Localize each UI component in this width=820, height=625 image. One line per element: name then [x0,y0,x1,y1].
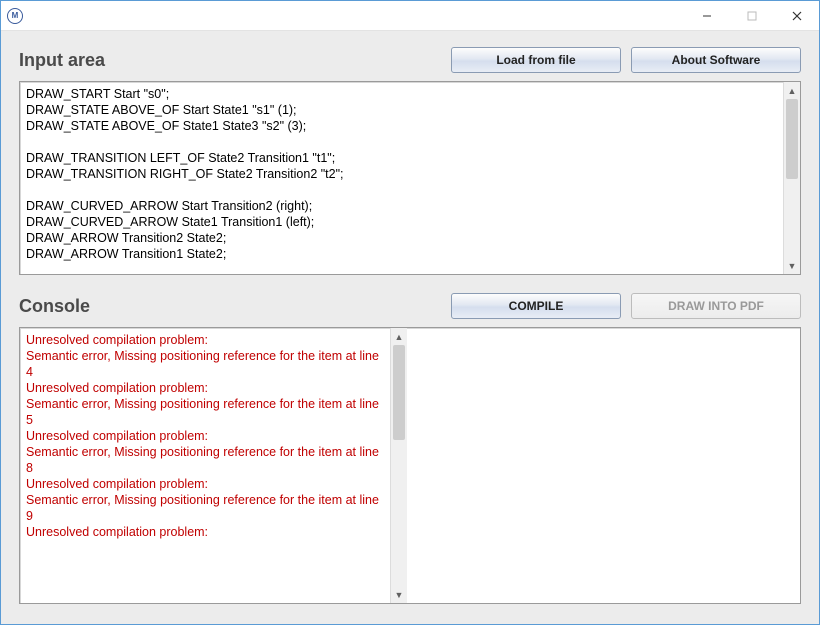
input-header: Input area Load from file About Software [19,47,801,73]
scroll-thumb[interactable] [786,99,798,179]
console-textbox[interactable]: Unresolved compilation problem: Semantic… [19,327,801,604]
console-title: Console [19,296,90,317]
titlebar: M [1,1,819,31]
scroll-up-icon[interactable]: ▲ [784,82,800,99]
input-title: Input area [19,50,105,71]
input-text[interactable]: DRAW_START Start "s0"; DRAW_STATE ABOVE_… [20,82,783,274]
input-textbox[interactable]: DRAW_START Start "s0"; DRAW_STATE ABOVE_… [19,81,801,275]
maximize-button [729,1,774,30]
scroll-down-icon[interactable]: ▼ [391,586,407,603]
scroll-thumb[interactable] [393,345,405,440]
scroll-down-icon[interactable]: ▼ [784,257,800,274]
compile-button[interactable]: COMPILE [451,293,621,319]
scroll-track[interactable] [391,345,407,586]
about-software-button[interactable]: About Software [631,47,801,73]
window-controls [684,1,819,30]
maximize-icon [747,11,757,21]
minimize-button[interactable] [684,1,729,30]
close-icon [792,11,802,21]
app-window: M Input area Load from file About Softwa… [0,0,820,625]
draw-into-pdf-button: DRAW INTO PDF [631,293,801,319]
close-button[interactable] [774,1,819,30]
console-header: Console COMPILE DRAW INTO PDF [19,293,801,319]
input-scrollbar[interactable]: ▲ ▼ [783,82,800,274]
load-from-file-button[interactable]: Load from file [451,47,621,73]
scroll-up-icon[interactable]: ▲ [391,328,407,345]
content-area: Input area Load from file About Software… [1,31,819,624]
app-icon: M [7,8,23,24]
minimize-icon [702,11,712,21]
scroll-track[interactable] [784,99,800,257]
console-scrollbar[interactable]: ▲ ▼ [390,328,407,603]
console-text: Unresolved compilation problem: Semantic… [20,328,390,603]
